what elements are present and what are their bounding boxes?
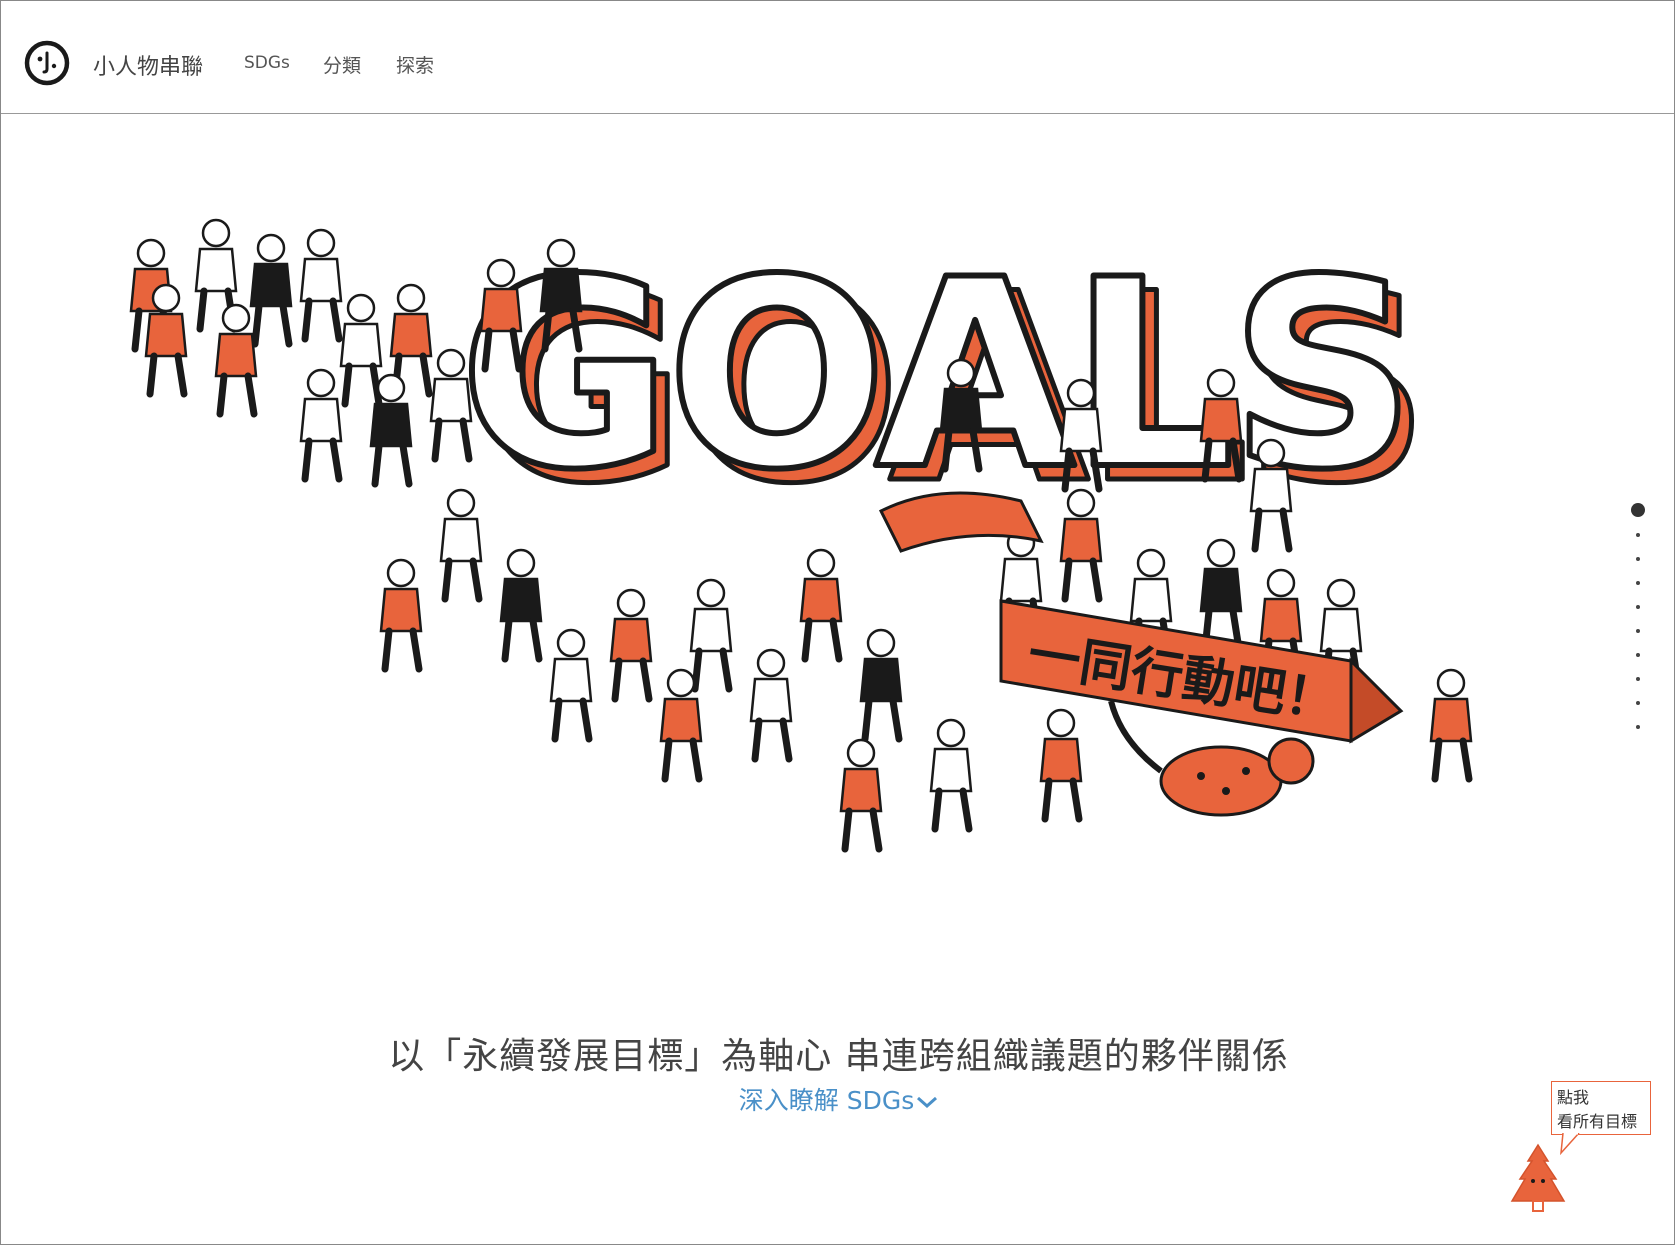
pager-dot[interactable] <box>1636 701 1640 705</box>
pager-dot[interactable] <box>1636 629 1640 633</box>
top-navbar: 小人物串聯 SDGs 分類 探索 <box>1 1 1674 114</box>
pager-dot[interactable] <box>1636 533 1640 537</box>
nav-item-explore[interactable]: 探索 <box>396 51 434 78</box>
pager-dot[interactable] <box>1636 581 1640 585</box>
tagline: 以「永續發展目標」為軸心 串連跨組織議題的夥伴關係 <box>388 1036 1289 1077</box>
pager-dot[interactable] <box>1636 725 1640 729</box>
mascot-speech-bubble[interactable]: 點我 看所有目標 <box>1551 1081 1651 1135</box>
nav-item-categories[interactable]: 分類 <box>323 51 361 78</box>
mascot-line-1: 點我 <box>1557 1088 1590 1107</box>
tree-mascot-icon[interactable] <box>1506 1141 1570 1221</box>
chevron-down-icon[interactable] <box>916 1096 938 1108</box>
pager-dot[interactable] <box>1636 677 1640 681</box>
learn-more-label[interactable]: 深入瞭解 SDGs <box>739 1086 914 1115</box>
pager-dot[interactable] <box>1636 653 1640 657</box>
learn-more-link[interactable]: 深入瞭解 SDGs <box>1 1081 1675 1117</box>
pager-dot[interactable] <box>1636 557 1640 561</box>
goals-crowd-illustration: GOALS GOALS <box>121 181 1641 971</box>
mascot-line-2: 看所有目標 <box>1557 1112 1638 1131</box>
smiley-logo-icon[interactable] <box>23 39 71 87</box>
nav-item-sdgs[interactable]: SDGs <box>244 53 290 73</box>
pager-dot[interactable] <box>1636 605 1640 609</box>
pager-dot-active[interactable] <box>1631 503 1645 517</box>
brand-link[interactable]: 小人物串聯 <box>93 49 203 81</box>
